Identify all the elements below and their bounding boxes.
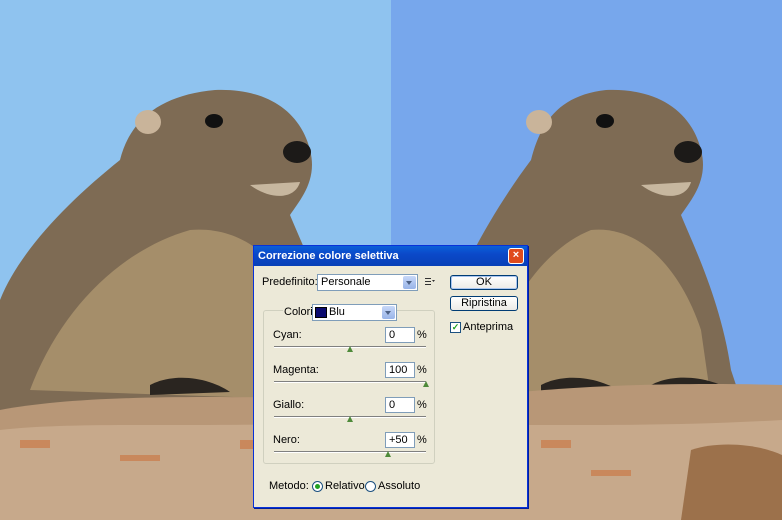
yellow-percent-sign: % — [417, 399, 427, 411]
reset-button[interactable]: Ripristina — [450, 296, 518, 311]
absolute-radio[interactable] — [365, 481, 376, 492]
method-label: Metodo: — [269, 480, 309, 492]
preview-checkbox[interactable]: ✓ — [450, 322, 461, 333]
cyan-input[interactable]: 0 — [385, 327, 415, 343]
colors-dropdown[interactable]: Blu — [312, 304, 397, 321]
selective-color-dialog: Correzione colore selettiva × Predefinit… — [253, 245, 528, 508]
black-label: Nero: — [273, 434, 300, 446]
cyan-slider-thumb[interactable] — [346, 346, 353, 352]
dropdown-arrow-icon — [403, 276, 416, 289]
ok-button[interactable]: OK — [450, 275, 518, 290]
colors-groupbox: Colori: Blu Cyan: 0 % Magenta: 100 % Gia… — [263, 304, 435, 464]
magenta-input[interactable]: 100 — [385, 362, 415, 378]
cyan-label: Cyan: — [273, 329, 302, 341]
yellow-input[interactable]: 0 — [385, 397, 415, 413]
preset-menu-icon[interactable] — [425, 277, 435, 287]
close-button[interactable]: × — [508, 248, 524, 264]
preview-label[interactable]: Anteprima — [463, 321, 513, 333]
yellow-slider-thumb[interactable] — [346, 416, 353, 422]
dropdown-arrow-icon — [382, 306, 395, 319]
checkmark-icon: ✓ — [451, 322, 460, 332]
black-slider-thumb[interactable] — [384, 451, 391, 457]
black-slider-track[interactable] — [274, 451, 426, 453]
magenta-label: Magenta: — [273, 364, 319, 376]
magenta-slider-thumb[interactable] — [422, 381, 429, 387]
relative-radio[interactable] — [312, 481, 323, 492]
close-icon: × — [512, 249, 520, 261]
preset-dropdown[interactable]: Personale — [317, 274, 418, 291]
preset-label: Predefinito: — [262, 276, 318, 288]
relative-label[interactable]: Relativo — [325, 480, 365, 492]
color-swatch — [315, 307, 327, 318]
preset-value: Personale — [321, 276, 371, 288]
yellow-label: Giallo: — [273, 399, 305, 411]
absolute-label[interactable]: Assoluto — [378, 480, 420, 492]
magenta-percent-sign: % — [417, 364, 427, 376]
black-percent-sign: % — [417, 434, 427, 446]
cyan-percent-sign: % — [417, 329, 427, 341]
black-input[interactable]: +50 — [385, 432, 415, 448]
magenta-slider-track[interactable] — [274, 381, 426, 383]
dialog-title: Correzione colore selettiva — [258, 250, 399, 262]
dialog-titlebar[interactable]: Correzione colore selettiva × — [254, 246, 527, 266]
